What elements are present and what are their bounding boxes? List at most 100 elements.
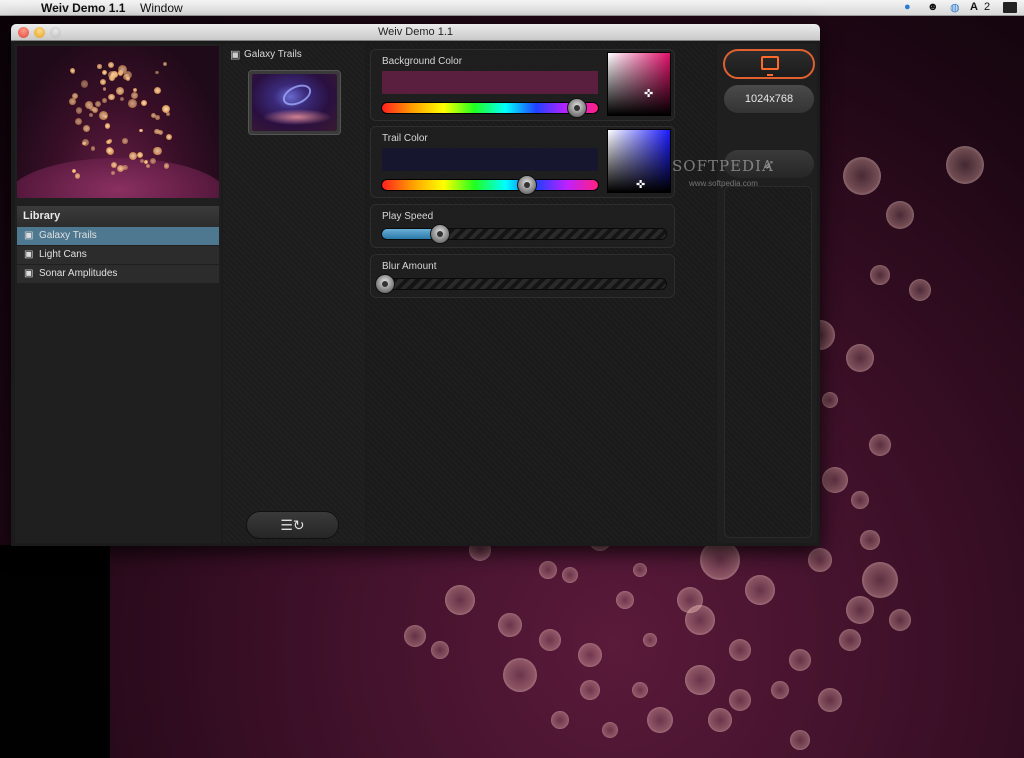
bokeh-bubble: [647, 707, 673, 733]
background-hue-knob[interactable]: [567, 98, 587, 118]
film-icon: ▣: [24, 249, 34, 260]
bokeh-bubble: [822, 467, 848, 493]
visual-thumbnail[interactable]: [248, 70, 341, 135]
preview-particle: [102, 87, 106, 91]
preview-particle: [74, 172, 81, 179]
background-color-picker[interactable]: ✜: [607, 52, 671, 116]
preview-particle: [102, 97, 107, 103]
film-icon: ▣: [24, 268, 34, 279]
bokeh-bubble: [562, 567, 578, 583]
library-item-label: Light Cans: [39, 249, 87, 260]
blur-amount-slider[interactable]: [381, 278, 667, 290]
controls-panel: Background Color ✜ Trail Color ✜ Play Sp…: [367, 44, 715, 543]
globe-icon[interactable]: ◍: [950, 1, 960, 14]
trail-color-picker[interactable]: ✜: [607, 129, 671, 193]
output-panel: 1024x768 ➶: [717, 44, 817, 543]
play-speed-label: Play Speed: [382, 211, 434, 222]
preview-particle: [89, 105, 95, 112]
play-speed-slider[interactable]: [381, 228, 667, 240]
bokeh-bubble: [685, 665, 715, 695]
robot-icon[interactable]: ☻: [927, 1, 939, 13]
preview-particle: [102, 70, 108, 76]
trail-color-swatch: [382, 148, 598, 171]
bokeh-bubble: [729, 689, 751, 711]
preview-particle: [140, 99, 147, 106]
crosshair-icon: ✜: [636, 179, 646, 191]
bokeh-bubble: [404, 625, 426, 647]
bokeh-bubble: [843, 157, 881, 195]
bokeh-bubble: [745, 575, 775, 605]
preview-particle: [153, 146, 162, 156]
preview-particle: [108, 61, 115, 68]
blur-amount-control: Blur Amount: [370, 254, 675, 298]
desktop-background: Weiv Demo 1.1 Window ● ☻ ◍ A 2 Weiv Demo…: [0, 0, 1024, 758]
preview-particle: [137, 151, 144, 158]
bokeh-bubble: [539, 561, 557, 579]
sync-icon[interactable]: ●: [904, 1, 911, 13]
library-item-label: Galaxy Trails: [39, 230, 97, 241]
blur-amount-knob[interactable]: [375, 274, 395, 294]
bokeh-bubble: [808, 548, 832, 572]
preview-particle: [165, 134, 173, 141]
preview-particle: [155, 70, 159, 74]
background-color-control: Background Color ✜: [370, 49, 675, 121]
app-window: Weiv Demo 1.1 Library ▣ Galaxy Trails ▣ …: [11, 24, 820, 546]
preview-particle: [119, 97, 124, 102]
list-refresh-button[interactable]: ☰↻: [246, 511, 339, 539]
list-refresh-icon: ☰↻: [280, 517, 305, 533]
crosshair-icon: ✜: [644, 88, 654, 100]
preview-particle: [139, 128, 144, 133]
bokeh-bubble: [818, 688, 842, 712]
selected-visual-title: Galaxy Trails: [244, 49, 302, 60]
bokeh-bubble: [771, 681, 789, 699]
bokeh-bubble: [851, 491, 869, 509]
preview-particle: [97, 64, 102, 69]
output-display-button[interactable]: [723, 49, 815, 79]
bokeh-bubble: [946, 146, 984, 184]
preview-particle: [72, 93, 79, 100]
bokeh-bubble: [633, 563, 647, 577]
play-speed-control: Play Speed: [370, 204, 675, 248]
bokeh-bubble: [862, 562, 898, 598]
bokeh-bubble: [789, 649, 811, 671]
watermark-text: SOFTPEDIA: [672, 157, 774, 175]
bokeh-bubble: [632, 682, 648, 698]
output-well: [724, 186, 812, 538]
bokeh-bubble: [580, 680, 600, 700]
library-item-galaxy-trails[interactable]: ▣ Galaxy Trails: [17, 227, 219, 245]
trail-hue-slider[interactable]: [381, 179, 599, 191]
menu-window[interactable]: Window: [140, 1, 183, 15]
preview-particle: [108, 93, 115, 101]
preview-particle: [146, 164, 151, 168]
library-item-light-cans[interactable]: ▣ Light Cans: [17, 246, 219, 264]
thumbnail-image: [252, 74, 337, 131]
bokeh-bubble: [869, 434, 891, 456]
menu-app-name[interactable]: Weiv Demo 1.1: [41, 1, 125, 15]
preview-particle: [82, 125, 90, 133]
preview-particle: [69, 98, 76, 105]
bokeh-bubble: [839, 629, 861, 651]
preview-particle: [157, 129, 163, 135]
preview-particle: [132, 87, 137, 92]
desktop-left-edge: [0, 545, 110, 758]
resolution-button[interactable]: 1024x768: [724, 85, 814, 113]
terminal-icon[interactable]: [1003, 2, 1017, 13]
bokeh-bubble: [578, 643, 602, 667]
trail-hue-knob[interactable]: [517, 175, 537, 195]
menu-bar: Weiv Demo 1.1 Window ● ☻ ◍ A 2: [0, 0, 1024, 16]
title-bar[interactable]: Weiv Demo 1.1: [11, 24, 820, 41]
library-item-label: Sonar Amplitudes: [39, 268, 118, 279]
play-speed-knob[interactable]: [430, 224, 450, 244]
bokeh-bubble: [886, 201, 914, 229]
preview-particle: [155, 115, 160, 120]
preview-particle: [108, 70, 117, 79]
bokeh-bubble: [551, 711, 569, 729]
preview-floor: [17, 158, 219, 198]
library-header: Library: [17, 206, 219, 227]
bokeh-bubble: [700, 540, 740, 580]
preview-particle: [104, 123, 111, 129]
library-item-sonar-amplitudes[interactable]: ▣ Sonar Amplitudes: [17, 265, 219, 283]
adobe-icon[interactable]: A: [970, 1, 978, 13]
film-icon: ▣: [24, 230, 34, 241]
preview-particle: [163, 162, 170, 169]
